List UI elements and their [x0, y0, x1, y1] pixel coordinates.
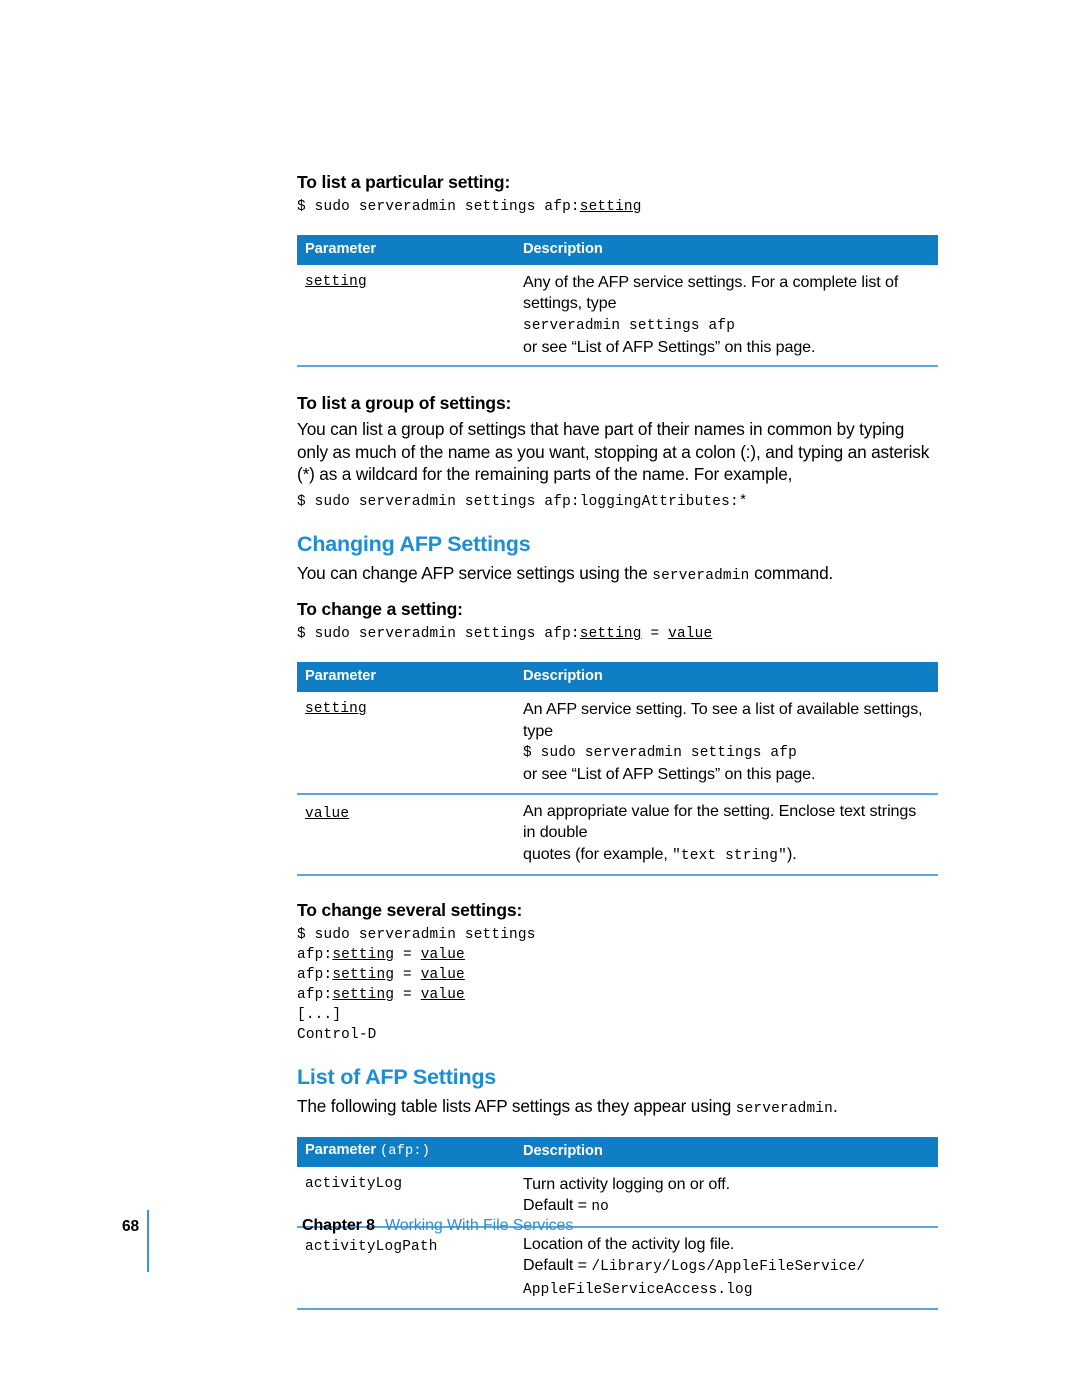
code-placeholder-setting: setting — [332, 947, 395, 964]
description-line: Any of the AFP service settings. For a c… — [523, 272, 899, 313]
inline-code-serveradmin: serveradmin — [735, 1100, 833, 1117]
table-header-parameter: Parameter — [297, 234, 515, 265]
code-text: $ sudo serveradmin settings afp: — [297, 626, 580, 643]
table-row: value An appropriate value for the setti… — [297, 793, 938, 877]
table-row: setting An AFP service setting. To see a… — [297, 692, 938, 795]
code-line: Control-D — [297, 1027, 377, 1044]
table-cell-description: Any of the AFP service settings. For a c… — [515, 264, 938, 368]
code-placeholder-value: value — [420, 967, 465, 984]
code-line: [...] — [297, 1007, 342, 1024]
code-prefix: afp: — [297, 967, 333, 984]
parameter-name: value — [305, 805, 350, 822]
description-line-mixed: quotes (for example, "text string"). — [523, 844, 926, 868]
code-line: afp:setting = value — [297, 947, 465, 963]
code-text: $ sudo serveradmin settings afp: — [297, 198, 580, 215]
paragraph-text-before: You can change AFP service settings usin… — [297, 562, 653, 583]
page-content: To list a particular setting: $ sudo ser… — [297, 172, 938, 1310]
code-prefix: afp: — [297, 947, 333, 964]
code-text: = — [641, 626, 669, 643]
table-cell-parameter: setting — [297, 264, 515, 368]
heading-list-of-afp-settings: List of AFP Settings — [297, 1065, 497, 1090]
code-operator: = — [394, 947, 421, 964]
table-header-parameter: Parameter — [297, 662, 515, 693]
paragraph-changing-afp-settings: You can change AFP service settings usin… — [297, 562, 938, 588]
table-cell-parameter: setting — [297, 692, 515, 795]
table-list-particular-setting: Parameter Description setting Any of the… — [297, 234, 938, 368]
table-header-row: Parameter (afp:) Description — [297, 1136, 938, 1167]
parameter-name: activityLog — [305, 1175, 403, 1192]
page-footer: 68 Chapter 8 Working With File Services — [0, 1205, 1080, 1285]
heading-to-list-particular-setting: To list a particular setting: — [297, 172, 511, 192]
paragraph-text-before: The following table lists AFP settings a… — [297, 1095, 736, 1116]
table-change-a-setting: Parameter Description setting An AFP ser… — [297, 662, 938, 877]
table-cell-parameter: value — [297, 793, 515, 877]
code-change-a-setting: $ sudo serveradmin settings afp:setting … — [297, 624, 938, 644]
code-placeholder-setting: setting — [332, 987, 395, 1004]
inline-code-serveradmin: serveradmin — [652, 567, 750, 584]
code-line: afp:setting = value — [297, 987, 465, 1003]
description-line: Turn activity logging on or off. — [523, 1174, 731, 1193]
footer-divider-rule — [147, 1210, 149, 1272]
table-header-row: Parameter Description — [297, 662, 938, 693]
page-number: 68 — [121, 1218, 139, 1235]
code-line: $ sudo serveradmin settings — [297, 927, 536, 944]
code-list-particular-setting: $ sudo serveradmin settings afp:setting — [297, 197, 938, 217]
description-text: ). — [786, 844, 797, 863]
table-header-parameter: Parameter (afp:) — [297, 1136, 515, 1167]
code-list-group-settings: $ sudo serveradmin settings afp:loggingA… — [297, 494, 748, 511]
paragraph-list-of-afp-settings: The following table lists AFP settings a… — [297, 1095, 938, 1121]
heading-to-change-several-settings: To change several settings: — [297, 900, 523, 921]
description-line: An AFP service setting. To see a list of… — [523, 700, 923, 740]
code-placeholder-setting: setting — [332, 967, 395, 984]
table-header-parameter-label: Parameter — [305, 1142, 380, 1159]
inline-code-text-string: "text string" — [672, 847, 787, 864]
code-line: afp:setting = value — [297, 967, 465, 983]
table-row: setting Any of the AFP service settings.… — [297, 264, 938, 368]
description-line: An appropriate value for the setting. En… — [523, 801, 917, 842]
table-header-row: Parameter Description — [297, 234, 938, 265]
paragraph-list-group-settings: You can list a group of settings that ha… — [297, 419, 930, 485]
heading-to-change-a-setting: To change a setting: — [297, 599, 463, 620]
table-cell-description: An appropriate value for the setting. En… — [515, 793, 938, 877]
table-header-parameter-prefix: (afp:) — [379, 1144, 431, 1160]
paragraph-text-after: command. — [749, 562, 834, 583]
code-placeholder-value: value — [420, 947, 465, 964]
table-header-description: Description — [515, 234, 938, 265]
paragraph-text-after: . — [832, 1095, 838, 1116]
description-line: or see “List of AFP Settings” on this pa… — [523, 337, 816, 356]
code-placeholder-value: value — [668, 626, 713, 643]
code-placeholder-setting: setting — [579, 198, 642, 215]
heading-changing-afp-settings: Changing AFP Settings — [297, 532, 531, 557]
code-placeholder-setting: setting — [579, 626, 642, 643]
description-code-line: serveradmin settings afp — [523, 317, 736, 334]
code-prefix: afp: — [297, 987, 333, 1004]
table-header-description: Description — [515, 1136, 938, 1167]
code-operator: = — [394, 967, 421, 984]
description-text: quotes (for example, — [523, 844, 673, 863]
footer-chapter-label: Chapter 8 — [302, 1217, 375, 1234]
description-code-line: $ sudo serveradmin settings afp — [523, 745, 797, 762]
code-change-several-settings: $ sudo serveradmin settings afp:setting … — [297, 925, 938, 1045]
table-header-description: Description — [515, 662, 938, 693]
code-operator: = — [394, 987, 421, 1004]
footer-chapter-title: Working With File Services — [385, 1217, 574, 1234]
heading-to-list-group-of-settings: To list a group of settings: — [297, 393, 512, 414]
table-cell-description: An AFP service setting. To see a list of… — [515, 692, 938, 795]
code-placeholder-value: value — [420, 987, 465, 1004]
document-page: To list a particular setting: $ sudo ser… — [0, 0, 1080, 1397]
parameter-name: setting — [305, 273, 367, 290]
parameter-name: setting — [305, 701, 367, 718]
description-line: or see “List of AFP Settings” on this pa… — [523, 765, 816, 784]
